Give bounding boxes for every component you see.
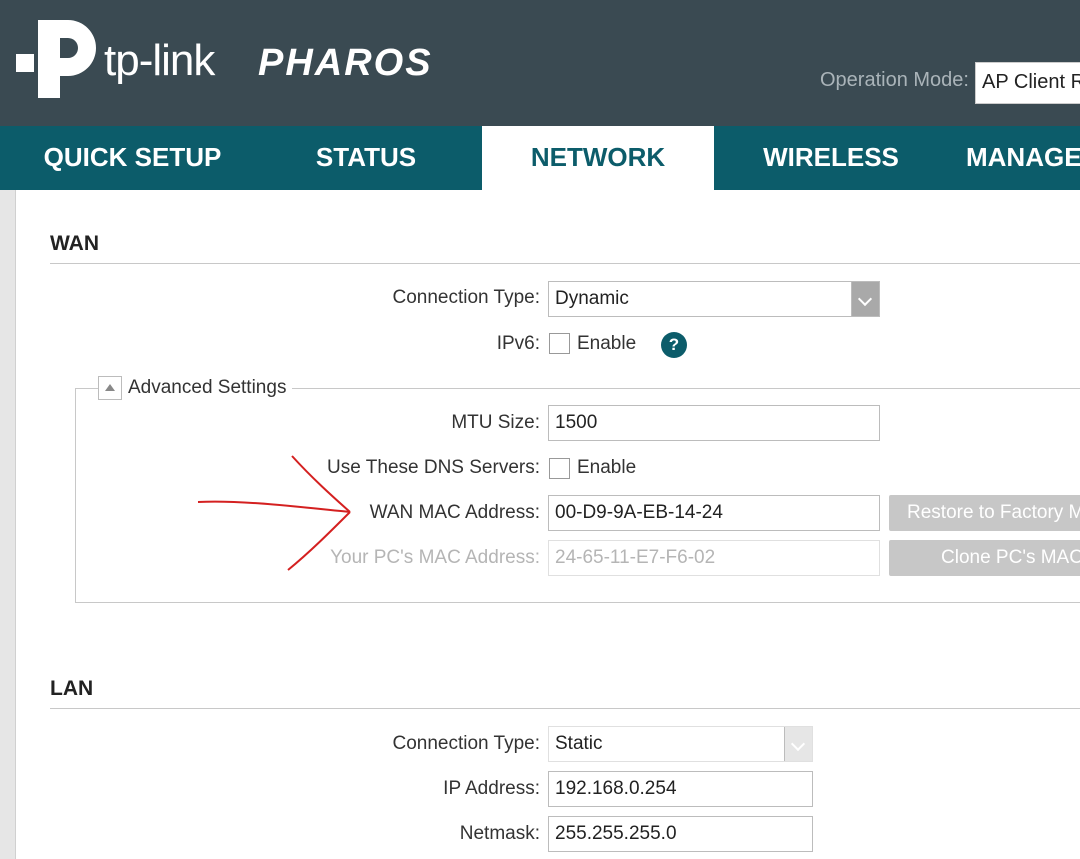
clone-pc-mac-button[interactable]: Clone PC's MAC: [889, 540, 1080, 576]
lan-connection-type-select[interactable]: Static: [548, 726, 813, 762]
pc-mac-label: Your PC's MAC Address:: [330, 547, 540, 568]
main-nav: QUICK SETUP STATUS NETWORK WIRELESS MANA…: [0, 126, 1080, 190]
collapse-toggle-icon[interactable]: [98, 376, 122, 400]
wan-connection-type-select[interactable]: Dynamic: [548, 281, 880, 317]
help-icon[interactable]: ?: [661, 332, 687, 358]
restore-factory-mac-button[interactable]: Restore to Factory M: [889, 495, 1080, 531]
tab-network[interactable]: NETWORK: [482, 126, 714, 190]
advanced-settings-legend: Advanced Settings: [122, 377, 293, 399]
operation-mode-label: Operation Mode:: [820, 69, 969, 91]
wan-connection-type-label: Connection Type:: [392, 287, 540, 308]
ipv6-label: IPv6:: [496, 333, 540, 354]
chevron-down-icon: [851, 282, 879, 316]
ip-address-input[interactable]: 192.168.0.254: [548, 771, 813, 807]
logo-text: tp-link: [104, 36, 215, 85]
header-bar: tp-link PHAROS Operation Mode: AP Client…: [0, 0, 1080, 126]
ipv6-enable-checkbox[interactable]: [549, 333, 570, 354]
wan-mac-input[interactable]: 00-D9-9A-EB-14-24: [548, 495, 880, 531]
dns-servers-label: Use These DNS Servers:: [327, 457, 540, 478]
dns-enable-checkbox[interactable]: [549, 458, 570, 479]
wan-connection-type-value: Dynamic: [555, 288, 629, 309]
ip-address-label: IP Address:: [443, 778, 540, 799]
tab-wireless[interactable]: WIRELESS: [716, 126, 946, 190]
lan-connection-type-value: Static: [555, 733, 603, 754]
sidebar-scroll-stripe: [0, 190, 16, 859]
lan-divider: [50, 708, 1080, 709]
tab-status[interactable]: STATUS: [252, 126, 480, 190]
wan-mac-label: WAN MAC Address:: [369, 502, 540, 523]
lan-connection-type-label: Connection Type:: [392, 733, 540, 754]
dns-enable-label: Enable: [577, 457, 637, 478]
tab-manage[interactable]: MANAGE: [950, 126, 1080, 190]
tp-link-logo-icon: [16, 20, 96, 98]
tab-quick-setup[interactable]: QUICK SETUP: [20, 126, 245, 190]
ipv6-enable-label: Enable: [577, 333, 637, 354]
wan-divider: [50, 263, 1080, 264]
netmask-input[interactable]: 255.255.255.0: [548, 816, 813, 852]
pc-mac-input: 24-65-11-E7-F6-02: [548, 540, 880, 576]
netmask-label: Netmask:: [459, 823, 540, 844]
mtu-size-label: MTU Size:: [451, 412, 540, 433]
brand-text: PHAROS: [258, 42, 433, 84]
chevron-down-icon: [784, 727, 812, 761]
lan-section-title: LAN: [50, 677, 94, 700]
operation-mode-select[interactable]: AP Client R: [975, 62, 1080, 104]
mtu-size-input[interactable]: 1500: [548, 405, 880, 441]
wan-section-title: WAN: [50, 232, 99, 255]
